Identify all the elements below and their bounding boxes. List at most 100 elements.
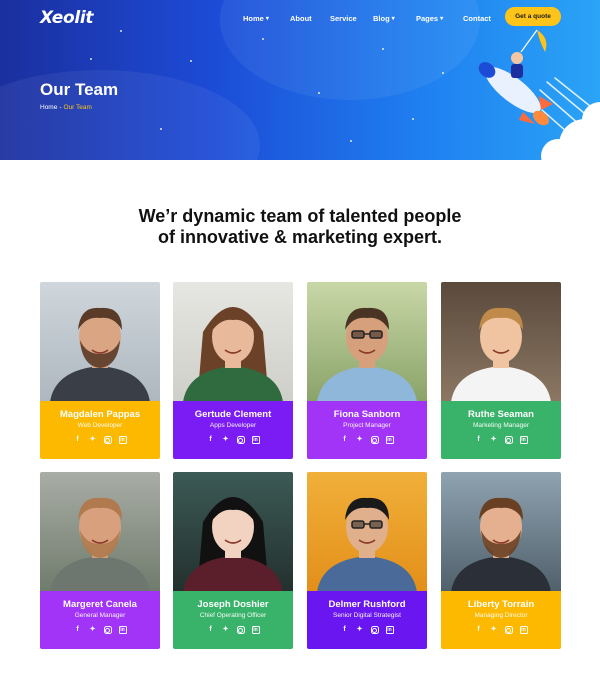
instagram-icon[interactable] bbox=[236, 436, 245, 444]
member-photo bbox=[307, 472, 427, 592]
breadcrumb-home[interactable]: Home bbox=[40, 104, 57, 111]
facebook-icon[interactable]: f bbox=[475, 436, 483, 444]
facebook-icon[interactable]: f bbox=[341, 626, 349, 634]
instagram-icon[interactable] bbox=[504, 436, 513, 444]
member-photo bbox=[40, 472, 160, 592]
facebook-icon[interactable]: f bbox=[207, 626, 215, 634]
instagram-icon[interactable] bbox=[370, 626, 379, 634]
instagram-icon[interactable] bbox=[370, 436, 379, 444]
nav-item-home[interactable]: Home ▾ bbox=[243, 14, 290, 23]
twitter-icon[interactable]: ✦ bbox=[356, 626, 364, 634]
team-card[interactable]: Gertude Clement Apps Developer f ✦ in bbox=[173, 282, 293, 459]
member-photo bbox=[173, 282, 293, 402]
brand-logo[interactable]: Xeolit bbox=[40, 8, 94, 28]
member-info: Delmer Rushford Senior Digital Strategist… bbox=[307, 591, 427, 649]
star-decor bbox=[120, 30, 122, 32]
chevron-down-icon: ▾ bbox=[391, 15, 395, 22]
team-card[interactable]: Ruthe Seaman Marketing Manager f ✦ in bbox=[441, 282, 561, 459]
member-name[interactable]: Joseph Doshier bbox=[173, 599, 293, 611]
astronaut-figure bbox=[511, 29, 547, 78]
breadcrumb-current: Our Team bbox=[63, 104, 92, 111]
linkedin-icon[interactable]: in bbox=[519, 436, 528, 444]
linkedin-icon[interactable]: in bbox=[118, 626, 127, 634]
member-info: Margeret Canela General Manager f ✦ in bbox=[40, 591, 160, 649]
social-links: f ✦ in bbox=[40, 626, 160, 634]
member-info: Magdalen Pappas Web Developer f ✦ in bbox=[40, 401, 160, 459]
social-links: f ✦ in bbox=[441, 626, 561, 634]
nav-label: Blog bbox=[373, 13, 390, 23]
twitter-icon[interactable]: ✦ bbox=[89, 436, 97, 444]
headline-line-1: We’r dynamic team of talented people bbox=[138, 206, 462, 226]
linkedin-icon[interactable]: in bbox=[118, 436, 127, 444]
social-links: f ✦ in bbox=[173, 626, 293, 634]
team-card[interactable]: Joseph Doshier Chief Operating Officer f ✦ i… bbox=[173, 472, 293, 649]
star-decor bbox=[160, 128, 162, 130]
linkedin-icon[interactable]: in bbox=[251, 626, 260, 634]
member-name[interactable]: Fiona Sanborn bbox=[307, 409, 427, 421]
twitter-icon[interactable]: ✦ bbox=[222, 436, 230, 444]
facebook-icon[interactable]: f bbox=[74, 626, 82, 634]
nav-item-blog[interactable]: Blog ▾ bbox=[373, 14, 416, 23]
member-role: Marketing Manager bbox=[473, 422, 529, 429]
headline-line-2: of innovative & marketing expert. bbox=[157, 227, 443, 247]
member-role: Apps Developer bbox=[209, 422, 257, 429]
twitter-icon[interactable]: ✦ bbox=[490, 436, 498, 444]
team-card[interactable]: Fiona Sanborn Project Manager f ✦ in bbox=[307, 282, 427, 459]
star-decor bbox=[412, 118, 414, 120]
star-decor bbox=[318, 92, 320, 94]
team-card[interactable]: Delmer Rushford Senior Digital Strategist… bbox=[307, 472, 427, 649]
member-role: General Manager bbox=[74, 612, 126, 619]
linkedin-icon[interactable]: in bbox=[385, 626, 394, 634]
member-photo bbox=[307, 282, 427, 402]
member-info: Gertude Clement Apps Developer f ✦ in bbox=[173, 401, 293, 459]
instagram-icon[interactable] bbox=[504, 626, 513, 634]
team-card[interactable]: Liberty Torrain Managing Director f ✦ in bbox=[441, 472, 561, 649]
linkedin-icon[interactable]: in bbox=[385, 436, 394, 444]
linkedin-icon[interactable]: in bbox=[519, 626, 528, 634]
star-decor bbox=[350, 140, 352, 142]
twitter-icon[interactable]: ✦ bbox=[356, 436, 364, 444]
member-role: Chief Operating Officer bbox=[199, 612, 267, 619]
linkedin-icon[interactable]: in bbox=[251, 436, 260, 444]
star-decor bbox=[90, 58, 92, 60]
member-info: Ruthe Seaman Marketing Manager f ✦ in bbox=[441, 401, 561, 459]
facebook-icon[interactable]: f bbox=[207, 436, 215, 444]
page-title: Our Team bbox=[40, 80, 119, 99]
breadcrumb-separator: - bbox=[59, 104, 62, 111]
member-photo bbox=[40, 282, 160, 402]
twitter-icon[interactable]: ✦ bbox=[222, 626, 230, 634]
member-photo bbox=[173, 472, 293, 592]
star-decor bbox=[190, 60, 192, 62]
chevron-down-icon: ▾ bbox=[440, 15, 444, 22]
section-headline: We’r dynamic team of talented people of … bbox=[0, 206, 600, 248]
cloud-shape bbox=[541, 102, 600, 160]
member-photo bbox=[441, 472, 561, 592]
facebook-icon[interactable]: f bbox=[74, 436, 82, 444]
nav-item-about[interactable]: About bbox=[290, 14, 330, 23]
member-info: Joseph Doshier Chief Operating Officer f ✦ i… bbox=[173, 591, 293, 649]
social-links: f ✦ in bbox=[40, 436, 160, 444]
team-card[interactable]: Margeret Canela General Manager f ✦ in bbox=[40, 472, 160, 649]
social-links: f ✦ in bbox=[441, 436, 561, 444]
nav-label: Pages bbox=[416, 13, 439, 23]
member-info: Liberty Torrain Managing Director f ✦ in bbox=[441, 591, 561, 649]
member-name[interactable]: Ruthe Seaman bbox=[441, 409, 561, 421]
member-name[interactable]: Liberty Torrain bbox=[441, 599, 561, 611]
instagram-icon[interactable] bbox=[236, 626, 245, 634]
member-name[interactable]: Gertude Clement bbox=[173, 409, 293, 421]
facebook-icon[interactable]: f bbox=[341, 436, 349, 444]
twitter-icon[interactable]: ✦ bbox=[490, 626, 498, 634]
member-name[interactable]: Delmer Rushford bbox=[307, 599, 427, 611]
member-name[interactable]: Magdalen Pappas bbox=[40, 409, 160, 421]
social-links: f ✦ in bbox=[307, 436, 427, 444]
facebook-icon[interactable]: f bbox=[475, 626, 483, 634]
member-role: Project Manager bbox=[343, 422, 391, 429]
twitter-icon[interactable]: ✦ bbox=[89, 626, 97, 634]
team-card[interactable]: Magdalen Pappas Web Developer f ✦ in bbox=[40, 282, 160, 459]
instagram-icon[interactable] bbox=[103, 626, 112, 634]
member-role: Managing Director bbox=[474, 612, 528, 619]
social-links: f ✦ in bbox=[173, 436, 293, 444]
nav-item-service[interactable]: Service bbox=[330, 14, 373, 23]
instagram-icon[interactable] bbox=[103, 436, 112, 444]
member-name[interactable]: Margeret Canela bbox=[40, 599, 160, 611]
